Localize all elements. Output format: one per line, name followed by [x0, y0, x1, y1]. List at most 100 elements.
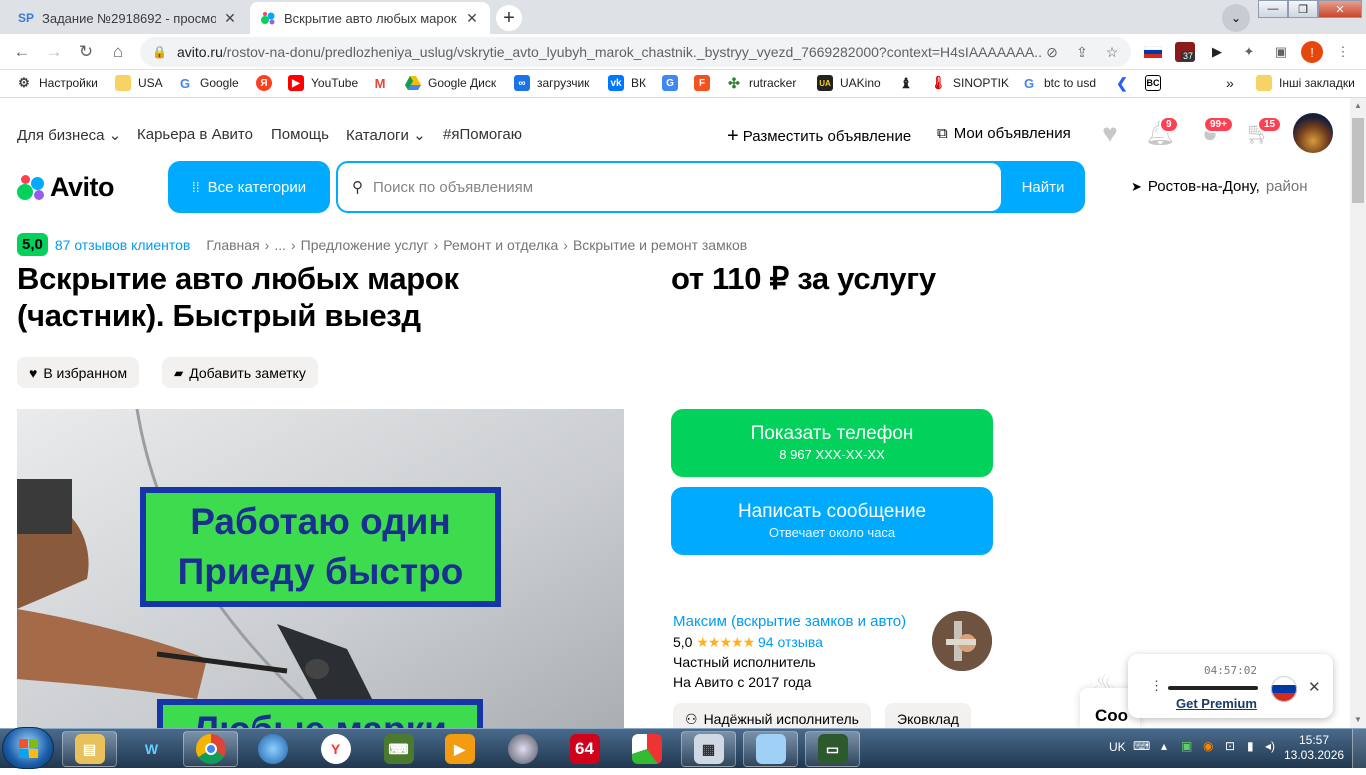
bookmark-vk[interactable]: vk ВК	[608, 75, 646, 91]
close-window-button[interactable]: ✕	[1318, 0, 1362, 18]
taskbar-yandex[interactable]: Y	[308, 731, 363, 767]
link-career[interactable]: Карьера в Авито	[137, 126, 253, 143]
link-help[interactable]: Помощь	[271, 126, 329, 143]
breadcrumb-services[interactable]: Предложение услуг	[301, 237, 429, 253]
media-icon[interactable]: ▶	[1207, 42, 1227, 62]
taskbar-chart[interactable]	[619, 731, 674, 767]
scroll-up-icon[interactable]: ▲	[1350, 98, 1366, 114]
taskbar-64[interactable]: 64	[557, 731, 612, 767]
forward-arrow-icon[interactable]: →	[42, 40, 66, 64]
breadcrumb-home[interactable]: Главная	[206, 237, 259, 253]
bookmark-usa[interactable]: USA	[115, 75, 163, 91]
bookmark-chess[interactable]: ♝	[898, 75, 921, 91]
seller-avatar[interactable]	[932, 611, 992, 671]
taskbar-notepad[interactable]	[743, 731, 798, 767]
bookmark-translate[interactable]: G	[662, 75, 685, 91]
bookmarks-overflow[interactable]: »	[1226, 75, 1234, 91]
extension-icon[interactable]: 37	[1175, 42, 1196, 62]
location-selector[interactable]: ➤ Ростов-на-Дону, район	[1131, 178, 1308, 195]
home-icon[interactable]: ⌂	[106, 40, 130, 64]
puzzle-icon[interactable]: ✦	[1239, 42, 1259, 62]
taskbar-calculator[interactable]: ▦	[681, 731, 736, 767]
close-icon[interactable]: ✕	[222, 10, 238, 27]
bookmark-btc[interactable]: Gbtc to usd	[1021, 75, 1096, 91]
all-categories-button[interactable]: ⁞⁞ Все категории	[168, 161, 330, 213]
link-ya-pomogayu[interactable]: #яПомогаю	[443, 126, 522, 143]
blocked-popup-icon[interactable]: ⊘	[1041, 41, 1063, 63]
tray-app-icon[interactable]: ▣	[1181, 739, 1192, 753]
language-indicator[interactable]: UK	[1109, 740, 1126, 754]
bookmark-rutracker[interactable]: ✣ rutracker	[726, 75, 796, 91]
tab-search-icon[interactable]: ⌄	[1222, 4, 1250, 32]
reload-icon[interactable]: ↻	[74, 40, 98, 64]
bookmark-loader[interactable]: ∞ загрузчик	[514, 75, 589, 91]
breadcrumb-locks[interactable]: Вскрытие и ремонт замков	[573, 237, 747, 253]
breadcrumb-repair[interactable]: Ремонт и отделка	[443, 237, 558, 253]
share-icon[interactable]: ⇪	[1071, 41, 1093, 63]
show-desktop-button[interactable]	[1352, 729, 1366, 769]
get-premium-link[interactable]: Get Premium	[1176, 696, 1257, 711]
post-ad-link[interactable]: + Разместить объявление	[727, 125, 911, 148]
seller-name-link[interactable]: Максим (вскрытие замков и авто)	[673, 612, 906, 632]
scrollbar-thumb[interactable]	[1352, 118, 1364, 203]
bookmark-google[interactable]: G Google	[177, 75, 239, 91]
listing-photo[interactable]: Работаю один Приеду быстро Любые марки	[17, 409, 624, 728]
bookmark-f[interactable]: F	[694, 75, 717, 91]
reviews-link[interactable]: 87 отзывов клиентов	[55, 237, 191, 253]
back-arrow-icon[interactable]: ←	[10, 40, 34, 64]
address-bar[interactable]: 🔒 avito.ru/rostov-na-donu/predlozheniya_…	[140, 37, 1131, 67]
scroll-down-icon[interactable]: ▼	[1350, 712, 1366, 728]
bookmark-star-icon[interactable]: ☆	[1101, 41, 1123, 63]
close-icon[interactable]: ✕	[464, 10, 480, 27]
restore-button[interactable]: ❐	[1288, 0, 1318, 18]
favorites-heart-icon[interactable]: ♥	[1095, 118, 1125, 148]
minimize-button[interactable]: —	[1258, 0, 1288, 18]
other-bookmarks[interactable]: Інші закладки	[1256, 75, 1355, 91]
add-note-button[interactable]: ▰ Добавить заметку	[162, 357, 318, 388]
avito-logo[interactable]: Avito	[17, 172, 115, 203]
my-ads-link[interactable]: ⧉ Мои объявления	[937, 125, 1071, 142]
taskbar-player[interactable]: ▶	[432, 731, 487, 767]
bookmark-youtube[interactable]: ▶ YouTube	[288, 75, 358, 91]
side-panel-icon[interactable]: ▣	[1271, 42, 1291, 62]
bookmark-drive[interactable]: Google Диск	[405, 75, 496, 91]
reliable-badge[interactable]: ⚇ Надёжный исполнитель	[673, 703, 871, 728]
volume-icon[interactable]: ◂)	[1265, 739, 1275, 753]
taskbar-clock-display[interactable]: 15:57 13.03.2026	[1284, 733, 1344, 763]
taskbar-chrome[interactable]	[183, 731, 238, 767]
tray-arrow-icon[interactable]: ▴	[1161, 739, 1167, 753]
search-input[interactable]: ⚲ Поиск по объявлениям	[338, 163, 1001, 211]
bookmark-arrow[interactable]: ❮	[1114, 75, 1137, 91]
bookmark-yandex[interactable]: Я	[256, 75, 279, 91]
bookmark-uakino[interactable]: UA UAKino	[817, 75, 881, 91]
network-icon[interactable]: ⊡	[1225, 739, 1235, 753]
taskbar-terminal[interactable]: ⌨	[371, 731, 426, 767]
signal-icon[interactable]: ▮	[1247, 739, 1254, 753]
link-catalogs[interactable]: Каталоги ⌄	[346, 126, 426, 144]
russia-flag-icon[interactable]	[1271, 676, 1297, 702]
tab-avito[interactable]: Вскрытие авто любых марок (ча ✕	[250, 2, 490, 34]
page-scrollbar[interactable]: ▲ ▼	[1350, 98, 1366, 728]
bookmark-gmail[interactable]: M	[372, 75, 395, 91]
taskbar-shield[interactable]: W	[124, 731, 179, 767]
taskbar-clock[interactable]	[495, 731, 550, 767]
russia-flag-icon[interactable]	[1143, 42, 1163, 62]
breadcrumb-ellipsis[interactable]: ...	[274, 237, 286, 253]
taskbar-monitor[interactable]: ▭	[805, 731, 860, 767]
write-message-button[interactable]: Написать сообщение Отвечает около часа	[671, 487, 993, 555]
keyboard-icon[interactable]: ⌨	[1133, 739, 1150, 753]
start-button[interactable]	[2, 727, 54, 769]
profile-icon[interactable]: !	[1301, 41, 1323, 63]
search-button[interactable]: Найти	[1001, 161, 1085, 213]
bookmark-sinoptik[interactable]: 🌡 SINOPTIK	[930, 75, 1009, 91]
bookmark-settings[interactable]: ⚙ Настройки	[16, 75, 98, 91]
seller-reviews-link[interactable]: 94 отзыва	[758, 634, 823, 650]
taskbar-explorer[interactable]: ▤	[62, 731, 117, 767]
link-business[interactable]: Для бизнеса ⌄	[17, 126, 121, 144]
new-tab-button[interactable]: +	[496, 5, 522, 31]
tray-rss-icon[interactable]: ◉	[1203, 739, 1213, 753]
show-phone-button[interactable]: Показать телефон 8 967 XXX-XX-XX	[671, 409, 993, 477]
tab-zadanie[interactable]: SP Задание №2918692 - просмотр ✕	[8, 2, 248, 34]
close-icon[interactable]: ✕	[1308, 678, 1321, 696]
menu-kebab-icon[interactable]: ⋮	[1333, 42, 1353, 62]
